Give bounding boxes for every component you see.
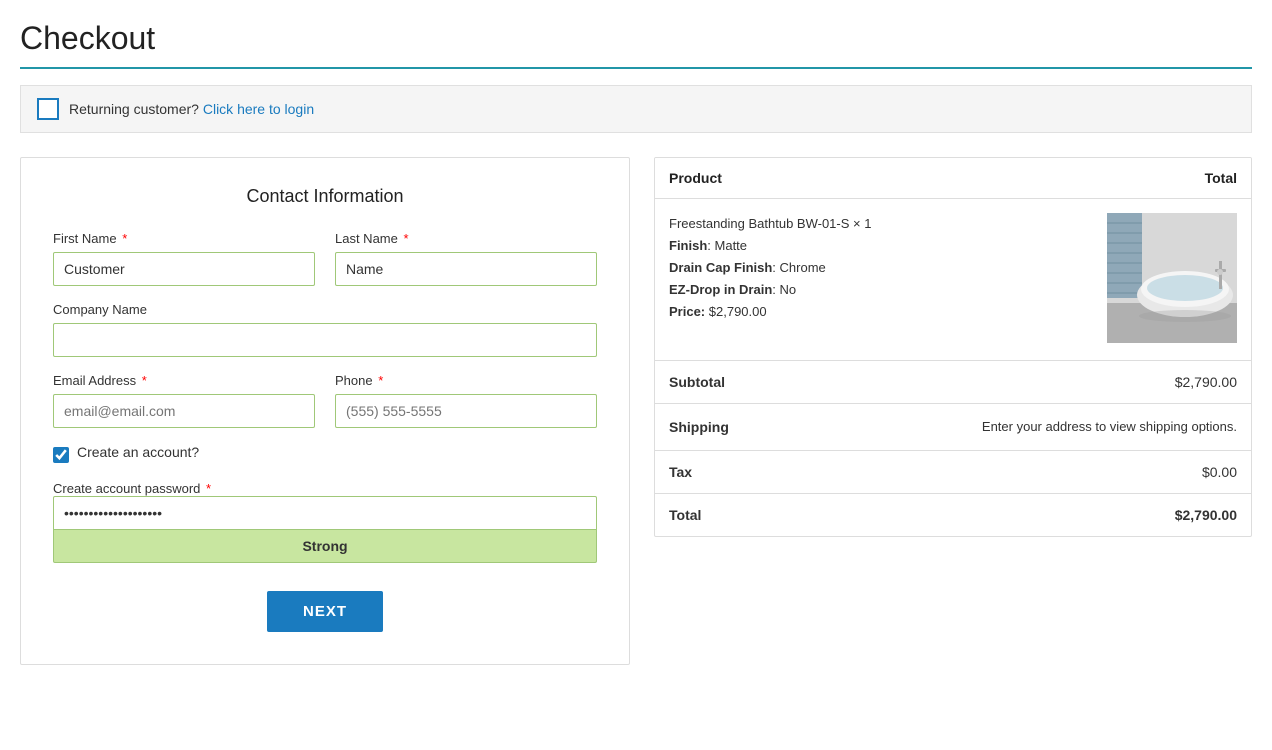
phone-input[interactable]: [335, 394, 597, 428]
shipping-note: Enter your address to view shipping opti…: [922, 404, 1251, 451]
total-value: $2,790.00: [922, 493, 1251, 536]
subtotal-row: Subtotal $2,790.00: [655, 361, 1251, 404]
company-name-group: Company Name: [53, 302, 597, 357]
company-row: Company Name: [53, 302, 597, 357]
login-link[interactable]: Click here to login: [203, 101, 314, 117]
email-input[interactable]: [53, 394, 315, 428]
order-table: Product Total Freestanding Bathtub BW-01…: [655, 158, 1251, 536]
col-product-header: Product: [655, 158, 922, 199]
price-label: Price:: [669, 304, 705, 319]
total-row: Total $2,790.00: [655, 493, 1251, 536]
phone-required: *: [378, 373, 383, 388]
contact-panel: Contact Information First Name * Last Na…: [20, 157, 630, 665]
ezdrop-label: EZ-Drop in Drain: [669, 282, 772, 297]
last-name-input[interactable]: [335, 252, 597, 286]
main-layout: Contact Information First Name * Last Na…: [20, 157, 1252, 665]
subtotal-label: Subtotal: [655, 361, 922, 404]
password-section: Create account password * Strong: [53, 480, 597, 563]
password-label: Create account password *: [53, 481, 211, 496]
company-name-label: Company Name: [53, 302, 597, 317]
first-name-group: First Name *: [53, 231, 315, 286]
ezdrop-value: : No: [772, 282, 796, 297]
product-info: Freestanding Bathtub BW-01-S × 1 Finish:…: [669, 213, 908, 323]
price-value: $2,790.00: [709, 304, 767, 319]
drain-cap-label: Drain Cap Finish: [669, 260, 772, 275]
contact-panel-title: Contact Information: [53, 186, 597, 207]
tax-value: $0.00: [922, 450, 1251, 493]
last-name-required: *: [404, 231, 409, 246]
password-input[interactable]: [53, 496, 597, 530]
next-button[interactable]: NEXT: [267, 591, 383, 632]
subtotal-value: $2,790.00: [922, 361, 1251, 404]
col-total-header: Total: [922, 158, 1251, 199]
finish-label: Finish: [669, 238, 707, 253]
password-required: *: [206, 481, 211, 496]
finish-value: : Matte: [707, 238, 747, 253]
create-account-label[interactable]: Create an account?: [77, 444, 199, 460]
last-name-label: Last Name *: [335, 231, 597, 246]
name-row: First Name * Last Name *: [53, 231, 597, 286]
email-phone-row: Email Address * Phone *: [53, 373, 597, 428]
drain-cap-value: : Chrome: [772, 260, 825, 275]
order-panel: Product Total Freestanding Bathtub BW-01…: [654, 157, 1252, 537]
email-required: *: [142, 373, 147, 388]
product-image: [1107, 213, 1237, 343]
email-group: Email Address *: [53, 373, 315, 428]
tax-row: Tax $0.00: [655, 450, 1251, 493]
phone-label: Phone *: [335, 373, 597, 388]
returning-customer-icon: [37, 98, 59, 120]
email-label: Email Address *: [53, 373, 315, 388]
product-row: Freestanding Bathtub BW-01-S × 1 Finish:…: [655, 199, 1251, 361]
first-name-required: *: [122, 231, 127, 246]
title-divider: [20, 67, 1252, 69]
next-button-row: NEXT: [53, 591, 597, 632]
password-input-wrapper: Strong: [53, 496, 597, 563]
returning-customer-bar: Returning customer? Click here to login: [20, 85, 1252, 133]
password-strength-bar: Strong: [53, 530, 597, 563]
product-name: Freestanding Bathtub BW-01-S × 1: [669, 216, 871, 231]
page-title: Checkout: [20, 20, 1252, 57]
returning-customer-text[interactable]: Returning customer? Click here to login: [69, 101, 314, 117]
shipping-row: Shipping Enter your address to view ship…: [655, 404, 1251, 451]
first-name-label: First Name *: [53, 231, 315, 246]
shipping-label: Shipping: [655, 404, 922, 451]
total-label: Total: [655, 493, 922, 536]
create-account-row: Create an account?: [53, 444, 597, 466]
create-account-checkbox[interactable]: [53, 447, 69, 463]
first-name-input[interactable]: [53, 252, 315, 286]
tax-label: Tax: [655, 450, 922, 493]
product-image-cell: [922, 199, 1251, 361]
company-name-input[interactable]: [53, 323, 597, 357]
phone-group: Phone *: [335, 373, 597, 428]
product-info-cell: Freestanding Bathtub BW-01-S × 1 Finish:…: [655, 199, 922, 361]
last-name-group: Last Name *: [335, 231, 597, 286]
